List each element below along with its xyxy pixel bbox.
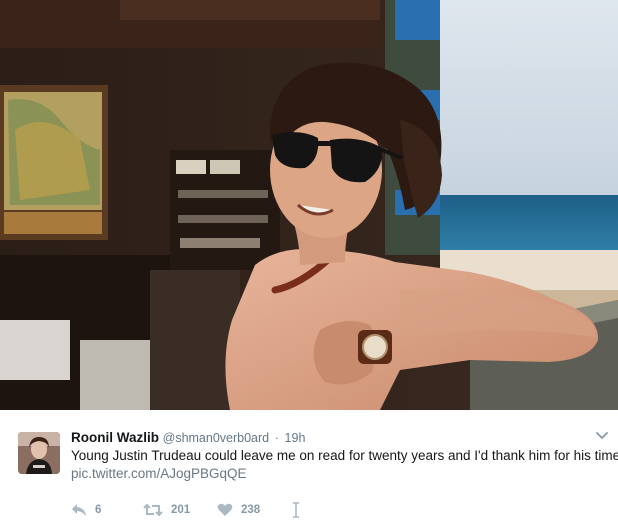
- retweet-icon: [143, 503, 163, 517]
- reply-icon: [72, 504, 86, 516]
- more-button[interactable]: [291, 502, 301, 518]
- tweet-card: Roonil Wazlib @shman0verb0ard · 19h Youn…: [0, 410, 618, 525]
- avatar-image: [18, 432, 60, 474]
- more-icon: [293, 502, 299, 518]
- user-handle[interactable]: @shman0verb0ard: [163, 431, 270, 445]
- like-button[interactable]: 238: [217, 502, 260, 518]
- retweet-count: 201: [171, 504, 191, 516]
- avatar[interactable]: [18, 432, 60, 474]
- tweet-photo[interactable]: [0, 0, 618, 410]
- reply-button[interactable]: 6: [71, 502, 101, 518]
- tweet-actions: 6 201 238: [71, 502, 371, 518]
- separator-dot: ·: [274, 431, 279, 445]
- photo-image: [0, 0, 618, 410]
- like-count: 238: [241, 504, 261, 516]
- reply-count: 6: [95, 504, 102, 516]
- tweet-header: Roonil Wazlib @shman0verb0ard · 19h: [71, 430, 305, 446]
- chevron-down-icon[interactable]: [596, 432, 608, 440]
- heart-icon: [217, 503, 233, 516]
- display-name[interactable]: Roonil Wazlib: [71, 430, 159, 445]
- tweet-text: Young Justin Trudeau could leave me on r…: [71, 448, 618, 463]
- timestamp[interactable]: 19h: [285, 431, 306, 445]
- pic-link[interactable]: pic.twitter.com/AJogPBGqQE: [71, 465, 247, 483]
- retweet-button[interactable]: 201: [143, 502, 190, 518]
